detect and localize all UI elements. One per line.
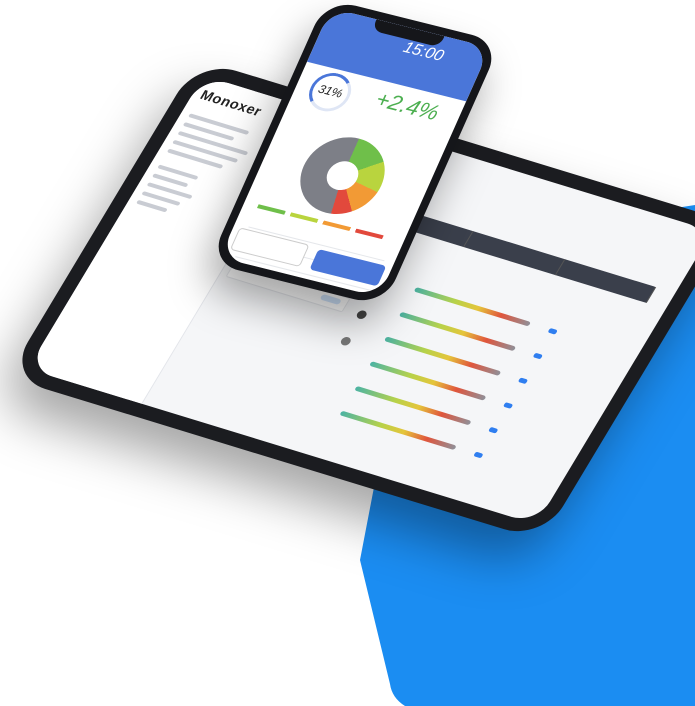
status-badge [319,293,342,306]
donut-chart [287,128,398,223]
sidebar-item[interactable] [136,199,168,213]
device-mockup-scene: Monoxer 15:00 31% +2.4% [0,0,695,706]
